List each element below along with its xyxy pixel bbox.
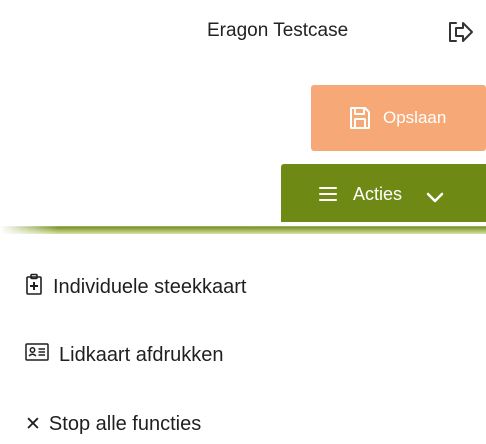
hamburger-icon <box>319 186 337 202</box>
menu-item-label: Lidkaart afdrukken <box>59 343 224 366</box>
save-button[interactable]: Opslaan <box>311 85 486 151</box>
menu-item-stop-alle-functies[interactable]: ✕ Stop alle functies <box>25 413 201 436</box>
chevron-down-icon <box>426 188 444 203</box>
menu-item-label: Individuele steekkaart <box>53 275 247 298</box>
menu-item-individuele-steekkaart[interactable]: Individuele steekkaart <box>25 273 246 301</box>
actions-dropdown-button[interactable]: Acties <box>281 164 486 224</box>
divider-fade <box>0 226 486 234</box>
save-button-label: Opslaan <box>383 108 447 127</box>
menu-item-label: Stop alle functies <box>48 413 202 435</box>
menu-item-lidkaart-afdrukken[interactable]: Lidkaart afdrukken <box>25 343 224 367</box>
logout-icon[interactable] <box>447 20 475 44</box>
actions-button-label: Acties <box>353 183 403 204</box>
floppy-disk-icon <box>349 106 371 130</box>
id-card-icon <box>25 343 49 367</box>
clipboard-plus-icon <box>25 273 43 301</box>
user-name: Eragon Testcase <box>207 20 349 41</box>
close-icon: ✕ <box>25 413 41 435</box>
